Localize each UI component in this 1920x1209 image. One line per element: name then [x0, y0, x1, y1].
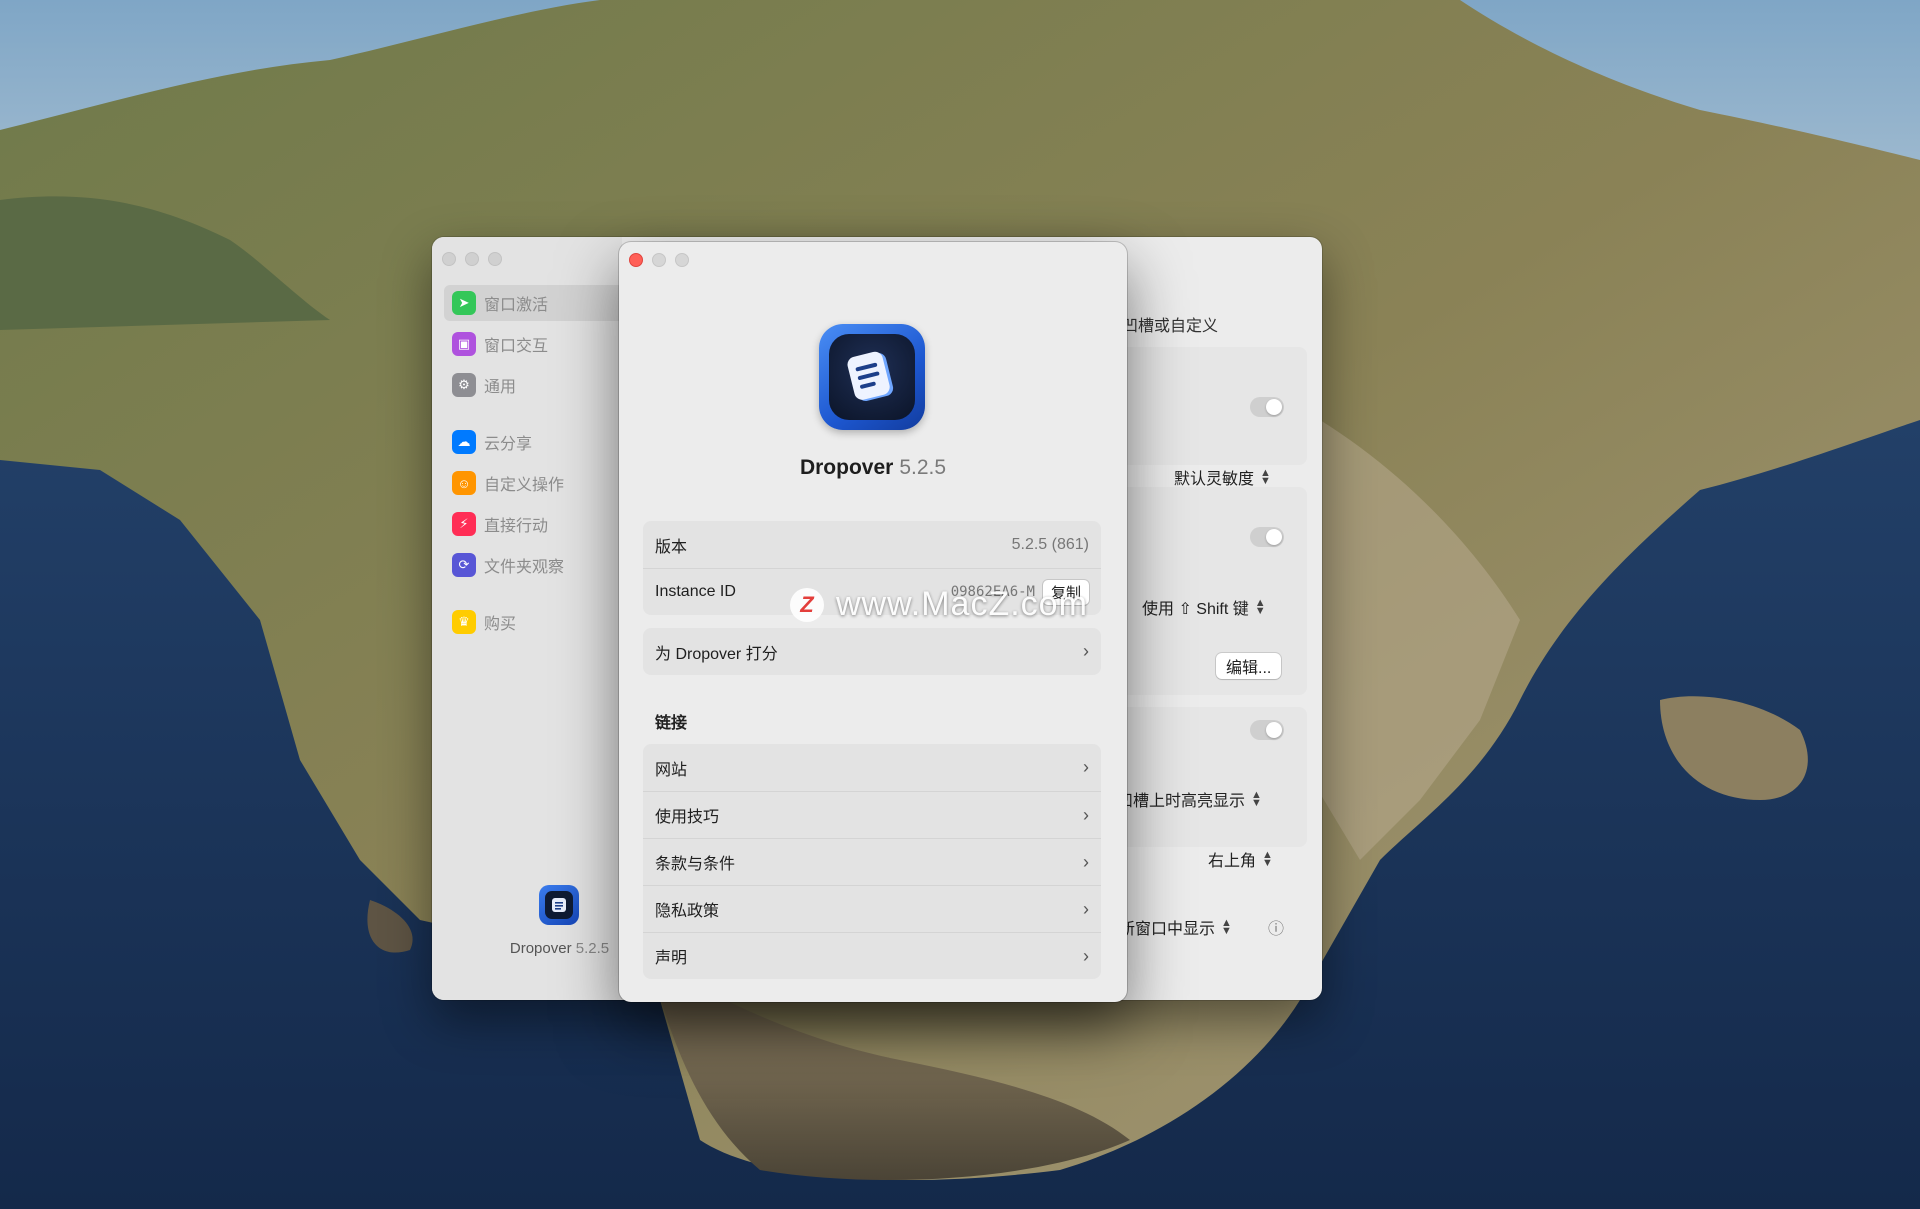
link-acknowledgements[interactable]: 声明 ›	[643, 932, 1101, 979]
chevron-updown-icon: ▲ ▼	[1262, 849, 1273, 869]
app-version: 5.2.5	[899, 456, 947, 479]
sidebar-item-label: 云分享	[484, 436, 533, 453]
footer-app-name: Dropover	[509, 940, 572, 957]
about-traffic-lights	[629, 253, 689, 267]
notch-option-text: 凹槽或自定义	[1122, 318, 1219, 335]
sidebar-item-cloud-share[interactable]: ☁ 云分享	[444, 424, 624, 460]
link-label: 条款与条件	[655, 856, 736, 873]
dropover-small-app-icon	[539, 885, 579, 925]
chevron-updown-icon: ▲ ▼	[1254, 597, 1266, 617]
link-label: 网站	[655, 761, 688, 779]
rate-app-label: 为 Dropover 打分	[655, 645, 778, 663]
sidebar-item-label: 文件夹观察	[484, 559, 565, 576]
sensitivity-popup[interactable]: 默认灵敏度 ▲ ▼	[1174, 465, 1271, 489]
sensitivity-popup-label: 默认灵敏度	[1174, 471, 1255, 488]
position-popup[interactable]: 右上角 ▲ ▼	[1208, 847, 1273, 871]
cloud-icon: ☁	[452, 430, 476, 454]
sync-icon: ⟳	[452, 553, 476, 577]
watermark-text: www.MacZ.com	[836, 585, 1088, 623]
minimize-button[interactable]	[465, 252, 479, 266]
shift-key-popup-label: 使用 ⇧ Shift 键	[1142, 601, 1249, 618]
watermark-logo-icon: Z	[790, 587, 824, 622]
app-title: Dropover 5.2.5	[619, 456, 1127, 480]
gear-icon: ⚙	[452, 373, 476, 397]
settings-traffic-lights	[442, 252, 502, 266]
toggle-switch-1[interactable]	[1250, 397, 1284, 417]
link-terms[interactable]: 条款与条件 ›	[643, 838, 1101, 885]
sidebar-item-general[interactable]: ⚙ 通用	[444, 367, 624, 403]
link-label: 隐私政策	[655, 903, 720, 920]
sidebar-item-folder-observation[interactable]: ⟳ 文件夹观察	[444, 547, 624, 583]
sidebar-item-label: 窗口交互	[484, 338, 549, 355]
settings-sidebar: ➤ 窗口激活 ▣ 窗口交互 ⚙ 通用 ☁ 云分享 ☺ 自定义操作 ⚡ 直接行动	[432, 237, 624, 1000]
chevron-right-icon: ›	[1083, 898, 1089, 919]
desktop-wallpaper: ➤ 窗口激活 ▣ 窗口交互 ⚙ 通用 ☁ 云分享 ☺ 自定义操作 ⚡ 直接行动	[0, 0, 1920, 1209]
sidebar-item-window-interaction[interactable]: ▣ 窗口交互	[444, 326, 624, 362]
person-icon: ☺	[452, 471, 476, 495]
zoom-button[interactable]	[675, 253, 689, 267]
chevron-right-icon: ›	[1083, 757, 1089, 777]
rate-app-row[interactable]: 为 Dropover 打分 ›	[643, 628, 1101, 675]
edit-button[interactable]: 编辑...	[1216, 653, 1282, 679]
sidebar-item-direct-actions[interactable]: ⚡ 直接行动	[444, 506, 624, 542]
sidebar-item-purchase[interactable]: ♛ 购买	[444, 604, 624, 640]
chevron-right-icon: ›	[1083, 945, 1089, 966]
version-row: 版本 5.2.5 (861)	[643, 521, 1101, 568]
dropover-app-icon	[819, 324, 925, 430]
chevron-updown-icon: ▲ ▼	[1251, 789, 1262, 809]
link-privacy[interactable]: 隐私政策 ›	[643, 885, 1101, 932]
sidebar-item-label: 通用	[484, 379, 517, 396]
chevron-right-icon: ›	[1083, 641, 1089, 661]
close-button[interactable]	[442, 252, 456, 266]
sidebar-item-label: 自定义操作	[484, 477, 565, 494]
sidebar-item-label: 购买	[484, 616, 517, 633]
sidebar-item-label: 直接行动	[484, 518, 549, 535]
link-label: 使用技巧	[655, 809, 720, 826]
link-label: 声明	[655, 950, 688, 967]
zoom-button[interactable]	[488, 252, 502, 266]
crown-icon: ♛	[452, 610, 476, 634]
position-popup-label: 右上角	[1208, 853, 1257, 870]
highlight-popup-label: 凹槽上时高亮显示	[1117, 793, 1246, 810]
toggle-switch-3[interactable]	[1250, 720, 1284, 740]
bolt-icon: ⚡	[452, 512, 476, 536]
sidebar-item-window-activation[interactable]: ➤ 窗口激活	[444, 285, 624, 321]
link-website[interactable]: 网站 ›	[643, 744, 1101, 791]
chevron-right-icon: ›	[1083, 851, 1089, 872]
new-window-popup-label: 新窗口中显示	[1119, 921, 1216, 938]
sidebar-item-custom-actions[interactable]: ☺ 自定义操作	[444, 465, 624, 501]
new-window-popup[interactable]: 新窗口中显示 ▲ ▼	[1119, 915, 1232, 939]
chevron-updown-icon: ▲ ▼	[1221, 917, 1232, 937]
links-header: 链接	[655, 715, 688, 732]
app-name: Dropover	[799, 456, 894, 479]
link-tips[interactable]: 使用技巧 ›	[643, 791, 1101, 838]
highlight-popup[interactable]: 凹槽上时高亮显示 ▲ ▼	[1117, 787, 1262, 811]
instance-id-label: Instance ID	[655, 583, 736, 600]
cursor-icon: ➤	[452, 291, 476, 315]
chevron-updown-icon: ▲ ▼	[1260, 467, 1271, 487]
footer-app-version: 5.2.5	[575, 940, 610, 957]
version-value: 5.2.5 (861)	[1011, 535, 1089, 553]
minimize-button[interactable]	[652, 253, 666, 267]
window-icon: ▣	[452, 332, 476, 356]
close-button[interactable]	[629, 253, 643, 267]
shift-key-popup[interactable]: 使用 ⇧ Shift 键 ▲ ▼	[1142, 595, 1266, 619]
toggle-switch-2[interactable]	[1250, 527, 1284, 547]
watermark: Z www.MacZ.com	[790, 585, 1088, 624]
info-icon[interactable]: ⓘ	[1268, 915, 1284, 939]
sidebar-item-label: 窗口激活	[484, 297, 549, 314]
chevron-right-icon: ›	[1083, 804, 1089, 825]
version-label: 版本	[655, 538, 688, 556]
rate-group: 为 Dropover 打分 ›	[643, 628, 1101, 675]
links-group: 网站 › 使用技巧 › 条款与条件 › 隐私政策 › 声明 ›	[643, 744, 1101, 979]
